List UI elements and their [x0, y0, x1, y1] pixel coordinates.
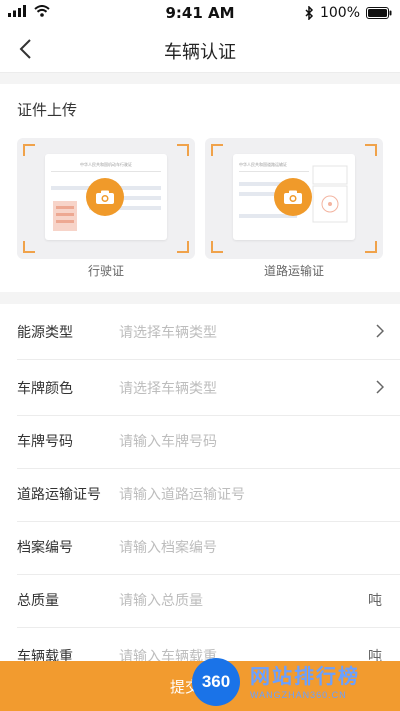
energy-type-row[interactable]: 能源类型 请选择车辆类型: [17, 306, 400, 360]
frame-corner: [23, 144, 35, 156]
watermark-subtitle: WANGZHAN360.CN: [250, 690, 347, 700]
battery-icon: [366, 7, 392, 19]
frame-corner: [365, 144, 377, 156]
road-transport-certificate-upload[interactable]: 中华人民共和国道路运输证: [205, 138, 383, 259]
total-mass-label: 总质量: [17, 593, 59, 609]
nav-bar: 车辆认证: [0, 28, 400, 73]
status-right: 100%: [305, 5, 392, 21]
energy-type-label: 能源类型: [17, 325, 73, 341]
energy-type-select[interactable]: 请选择车辆类型: [119, 322, 217, 342]
watermark-logo: 360: [192, 658, 240, 706]
frame-corner: [211, 144, 223, 156]
driving-license-upload[interactable]: 中华人民共和国机动车行驶证: [17, 138, 195, 259]
status-bar: 9:41 AM 100%: [0, 0, 400, 28]
transport-cert-number-label: 道路运输证号: [17, 487, 101, 503]
watermark-title: 网站排行榜: [250, 664, 360, 688]
plate-number-row: 车牌号码 请输入车牌号码: [17, 415, 400, 469]
chevron-right-icon: [376, 380, 384, 394]
frame-corner: [211, 241, 223, 253]
vehicle-info-form: 能源类型 请选择车辆类型 车牌颜色 请选择车辆类型 车牌号码 请输入车牌号码 道…: [0, 304, 400, 711]
transport-cert-number-row: 道路运输证号 请输入道路运输证号: [17, 468, 400, 522]
total-mass-unit: 吨: [368, 593, 382, 609]
plate-number-label: 车牌号码: [17, 434, 73, 450]
file-number-row: 档案编号 请输入档案编号: [17, 521, 400, 575]
plate-color-row[interactable]: 车牌颜色 请选择车辆类型: [17, 362, 400, 416]
chevron-right-icon: [376, 324, 384, 338]
watermark: 360 网站排行榜 WANGZHAN360.CN: [192, 652, 400, 711]
frame-corner: [177, 241, 189, 253]
road-transport-certificate-label: 道路运输证: [263, 264, 324, 278]
plate-color-label: 车牌颜色: [17, 381, 73, 397]
driving-license-label: 行驶证: [87, 264, 124, 278]
section-title: 证件上传: [17, 101, 78, 119]
battery-percent: 100%: [319, 5, 360, 21]
frame-corner: [23, 241, 35, 253]
plate-color-select[interactable]: 请选择车辆类型: [119, 378, 217, 398]
camera-icon: [96, 190, 114, 204]
frame-corner: [177, 144, 189, 156]
camera-button[interactable]: [86, 178, 124, 216]
camera-icon: [284, 190, 302, 204]
frame-corner: [365, 241, 377, 253]
total-mass-row: 总质量 请输入总质量 吨: [17, 574, 400, 628]
file-number-input[interactable]: 请输入档案编号: [119, 537, 217, 557]
camera-button[interactable]: [274, 178, 312, 216]
file-number-label: 档案编号: [17, 540, 73, 556]
total-mass-input[interactable]: 请输入总质量: [119, 590, 203, 610]
transport-cert-number-input[interactable]: 请输入道路运输证号: [119, 484, 245, 504]
bluetooth-icon: [305, 6, 314, 20]
page-title: 车辆认证: [164, 42, 236, 63]
document-upload-section: 证件上传 中华人民共和国机动车行驶证 行驶证 中华人民共和国道路运输证 道路运输…: [0, 84, 400, 292]
plate-number-input[interactable]: 请输入车牌号码: [119, 431, 217, 451]
